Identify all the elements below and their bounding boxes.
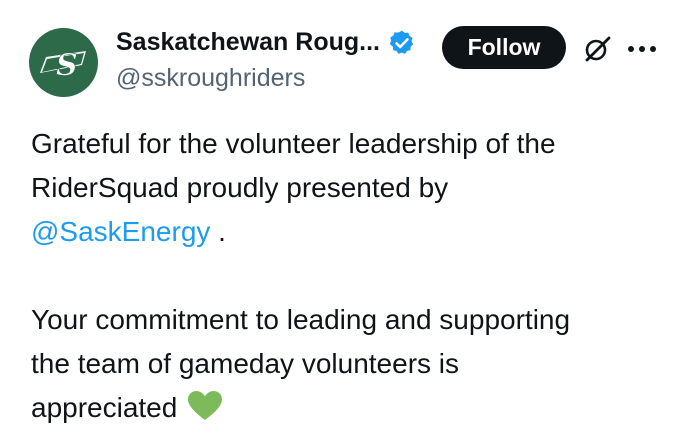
follow-button[interactable]: Follow: [442, 26, 566, 69]
more-options-icon[interactable]: [624, 32, 660, 66]
tweet-line: RiderSquad proudly presented by: [31, 172, 449, 203]
tweet-line: the team of gameday volunteers is: [31, 348, 460, 379]
tweet-text: Grateful for the volunteer leadership of…: [31, 122, 671, 435]
verified-badge-icon[interactable]: [388, 29, 416, 57]
tweet-line-text: appreciated: [31, 392, 178, 423]
author-display-name[interactable]: Saskatchewan Roug...: [116, 28, 380, 57]
author-handle[interactable]: @sskroughriders: [116, 64, 305, 93]
grok-icon[interactable]: [580, 32, 614, 66]
tweet-punctuation: .: [210, 216, 226, 247]
tweet-line: Your commitment to leading and supportin…: [31, 304, 571, 335]
roughriders-logo-icon: S: [39, 47, 86, 83]
tweet-line: Grateful for the volunteer leadership of…: [31, 128, 556, 159]
author-name-row: Saskatchewan Roug...: [116, 28, 416, 57]
avatar[interactable]: S: [29, 28, 98, 97]
svg-text:S: S: [56, 48, 78, 83]
tweet-line-mention: @SaskEnergy .: [31, 210, 671, 254]
tweet-line-last: appreciated: [31, 386, 671, 435]
paragraph-break: [31, 254, 671, 298]
mention-link[interactable]: @SaskEnergy: [31, 216, 210, 247]
green-heart-icon: [187, 390, 223, 435]
